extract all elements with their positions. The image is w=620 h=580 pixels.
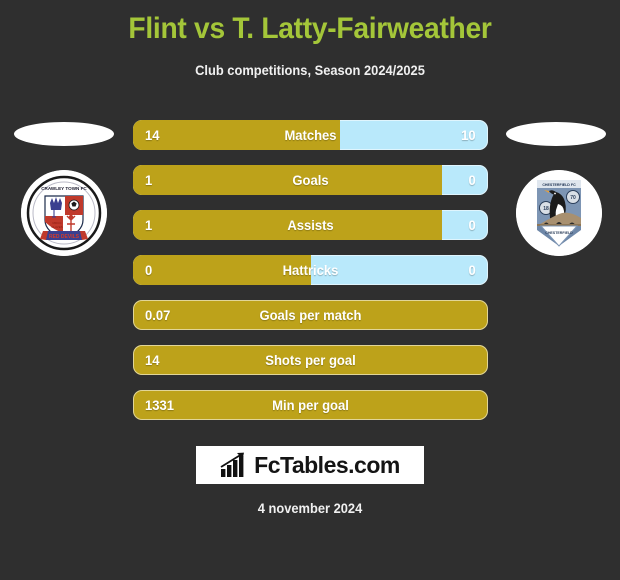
stat-bar-home-fill bbox=[133, 165, 442, 195]
stat-label: Goals per match bbox=[259, 307, 362, 323]
fctables-logo-text: FcTables.com bbox=[254, 451, 400, 478]
stat-comparison-page: Flint vs T. Latty-Fairweather Club compe… bbox=[0, 0, 620, 580]
stat-bar-home-fill bbox=[133, 255, 311, 285]
page-title: Flint vs T. Latty-Fairweather bbox=[128, 12, 492, 45]
stat-value-home: 0 bbox=[145, 262, 153, 278]
svg-text:CRAWLEY TOWN FC: CRAWLEY TOWN FC bbox=[41, 186, 87, 191]
stat-value-home: 14 bbox=[145, 352, 160, 368]
stat-value-home: 0.07 bbox=[145, 307, 171, 323]
stat-row: 0.07 Goals per match bbox=[133, 300, 488, 330]
stat-row: 1331 Min per goal bbox=[133, 390, 488, 420]
stat-value-away: 0 bbox=[468, 172, 476, 188]
stat-value-home: 1 bbox=[145, 172, 153, 188]
stat-row: 1 Assists 0 bbox=[133, 210, 488, 240]
fctables-logo[interactable]: FcTables.com bbox=[196, 446, 424, 484]
stat-label: Shots per goal bbox=[265, 352, 356, 368]
stat-value-home: 14 bbox=[145, 127, 160, 143]
svg-text:CLAVES: CLAVES bbox=[51, 225, 63, 229]
stat-bar-home-fill bbox=[133, 210, 442, 240]
svg-text:18: 18 bbox=[543, 206, 549, 212]
stats-list: 14 Matches 10 1 Goals 0 1 Assists 0 0 Hattricks 0 0.… bbox=[133, 120, 488, 435]
report-date: 4 november 2024 bbox=[257, 500, 363, 516]
stat-row: 1 Goals 0 bbox=[133, 165, 488, 195]
svg-text:CHESTERFIELD: CHESTERFIELD bbox=[545, 231, 573, 235]
crawley-town-badge-icon: CRAWLEY TOWN FC MDCC CLAVES RED DEVILS bbox=[21, 170, 107, 256]
svg-text:70: 70 bbox=[570, 195, 576, 201]
page-subtitle: Club competitions, Season 2024/2025 bbox=[195, 62, 425, 78]
stat-bar-home-fill bbox=[133, 120, 340, 150]
stat-value-away: 0 bbox=[468, 217, 476, 233]
decorative-ellipse-left bbox=[14, 122, 114, 146]
stat-row: 14 Matches 10 bbox=[133, 120, 488, 150]
stat-row: 14 Shots per goal bbox=[133, 345, 488, 375]
stat-value-away: 0 bbox=[468, 262, 476, 278]
stat-label: Min per goal bbox=[272, 397, 349, 413]
stat-value-home: 1331 bbox=[145, 397, 174, 413]
bar-chart-icon bbox=[220, 452, 245, 477]
decorative-ellipse-right bbox=[506, 122, 606, 146]
svg-text:CHESTERFIELD FC: CHESTERFIELD FC bbox=[542, 183, 576, 187]
away-team-badge[interactable]: CHESTERFIELD FC 18 70 CHESTERFIELD bbox=[516, 170, 602, 256]
chesterfield-badge-icon: CHESTERFIELD FC 18 70 CHESTERFIELD bbox=[516, 170, 602, 256]
home-team-badge[interactable]: CRAWLEY TOWN FC MDCC CLAVES RED DEVILS bbox=[21, 170, 107, 256]
svg-text:RED DEVILS: RED DEVILS bbox=[49, 234, 80, 240]
stat-value-home: 1 bbox=[145, 217, 153, 233]
stat-row: 0 Hattricks 0 bbox=[133, 255, 488, 285]
stat-value-away: 10 bbox=[461, 127, 476, 143]
